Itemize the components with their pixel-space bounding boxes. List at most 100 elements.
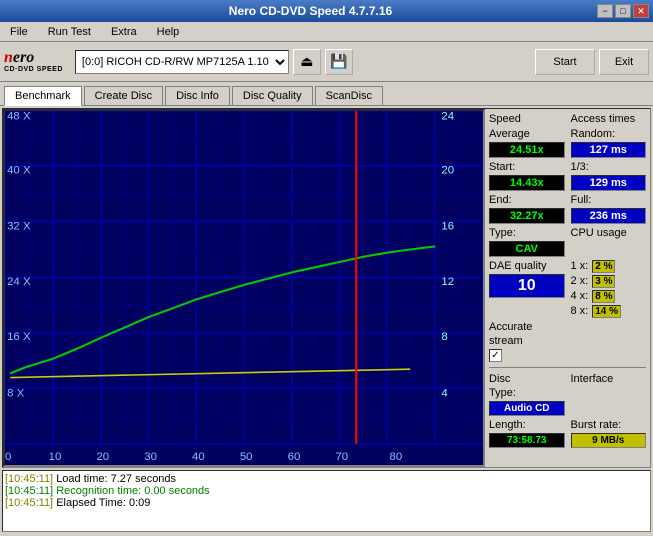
svg-text:16: 16 xyxy=(441,221,454,233)
end-col: End: 32.27x xyxy=(489,194,565,224)
access-col: Access times xyxy=(571,113,647,125)
minimize-button[interactable]: − xyxy=(597,4,613,18)
log-time-1: [10:45:11] xyxy=(5,473,53,485)
logo-nero: nero xyxy=(4,50,63,66)
log-text-3: Elapsed Time: 0:09 xyxy=(56,497,150,509)
dae-value: 10 xyxy=(489,274,565,298)
exit-button[interactable]: Exit xyxy=(599,49,649,75)
svg-text:8: 8 xyxy=(441,331,447,343)
logo-sub: CD·DVD SPEED xyxy=(4,66,63,73)
third-value: 129 ms xyxy=(571,175,647,191)
log-text-1: Load time: 7.27 seconds xyxy=(56,473,176,485)
third-label: 1/3: xyxy=(571,161,647,173)
log-time-2: [10:45:11] xyxy=(5,485,53,497)
random-label: Random: xyxy=(571,128,647,140)
burst-label: Burst rate: xyxy=(571,419,647,431)
end-label: End: xyxy=(489,194,565,206)
menu-extra[interactable]: Extra xyxy=(105,24,143,40)
cpu-col: CPU usage xyxy=(571,227,647,257)
cpu-1x-value: 2 % xyxy=(592,260,615,273)
tab-disc-info[interactable]: Disc Info xyxy=(165,86,230,105)
interface-col: Interface xyxy=(571,373,647,416)
svg-text:20: 20 xyxy=(441,164,454,176)
length-value: 73:58.73 xyxy=(489,433,565,448)
accurate-col: Accurate stream ✓ xyxy=(489,321,646,362)
svg-text:24: 24 xyxy=(441,111,454,122)
cpu-2x-value: 3 % xyxy=(592,275,615,288)
main-content: 48 X 40 X 32 X 24 X 16 X 8 X 24 20 16 12… xyxy=(2,108,651,468)
cpu-label: CPU usage xyxy=(571,227,647,239)
svg-text:20: 20 xyxy=(96,451,109,463)
length-col: Length: 73:58.73 xyxy=(489,419,565,448)
svg-text:8 X: 8 X xyxy=(7,387,25,399)
svg-text:32 X: 32 X xyxy=(7,221,31,233)
log-line-1: [10:45:11] Load time: 7.27 seconds xyxy=(5,473,648,485)
tab-benchmark[interactable]: Benchmark xyxy=(4,86,82,106)
cpu-vals-section: DAE quality 10 1 x: 2 % 2 x: 3 % 4 x: 8 … xyxy=(489,260,646,318)
burst-col: Burst rate: 9 MB/s xyxy=(571,419,647,448)
svg-text:80: 80 xyxy=(389,451,402,463)
avg-col: Average 24.51x xyxy=(489,128,565,158)
right-panel: Speed Access times Average 24.51x Random… xyxy=(485,109,650,467)
end-value: 32.27x xyxy=(489,208,565,224)
cpu-4x-label: 4 x: xyxy=(571,290,589,303)
stream-label: stream xyxy=(489,335,646,347)
disc-label: Disc xyxy=(489,373,565,385)
title-bar: Nero CD-DVD Speed 4.7.7.16 − □ ✕ xyxy=(0,0,653,22)
speed-col: Speed xyxy=(489,113,565,125)
avg-random-section: Average 24.51x Random: 127 ms xyxy=(489,128,646,158)
access-label: Access times xyxy=(571,113,647,125)
maximize-button[interactable]: □ xyxy=(615,4,631,18)
type-label: Type: xyxy=(489,227,565,239)
dae-area: DAE quality 10 xyxy=(489,260,565,318)
cpu-1x-label: 1 x: xyxy=(571,260,589,273)
accurate-checkbox[interactable]: ✓ xyxy=(489,349,502,362)
accurate-section: Accurate stream ✓ xyxy=(489,321,646,362)
close-button[interactable]: ✕ xyxy=(633,4,649,18)
svg-text:4: 4 xyxy=(441,387,448,399)
tab-create-disc[interactable]: Create Disc xyxy=(84,86,163,105)
tab-scan-disc[interactable]: ScanDisc xyxy=(315,86,383,105)
random-value: 127 ms xyxy=(571,142,647,158)
cpu-4x-row: 4 x: 8 % xyxy=(571,290,647,303)
menu-help[interactable]: Help xyxy=(151,24,186,40)
save-button[interactable]: 💾 xyxy=(325,49,353,75)
svg-text:70: 70 xyxy=(335,451,348,463)
cpu-2x-row: 2 x: 3 % xyxy=(571,275,647,288)
tab-bar: Benchmark Create Disc Disc Info Disc Qua… xyxy=(0,82,653,106)
full-value: 236 ms xyxy=(571,208,647,224)
svg-text:40 X: 40 X xyxy=(7,164,31,176)
cpu-4x-value: 8 % xyxy=(592,290,615,303)
disc-col: Disc Type: Audio CD xyxy=(489,373,565,416)
log-time-3: [10:45:11] xyxy=(5,497,53,509)
log-line-2: [10:45:11] Recognition time: 0.00 second… xyxy=(5,485,648,497)
type-col: Type: CAV xyxy=(489,227,565,257)
menu-file[interactable]: File xyxy=(4,24,34,40)
type-value: CAV xyxy=(489,241,565,257)
menu-run-test[interactable]: Run Test xyxy=(42,24,97,40)
menu-bar: File Run Test Extra Help xyxy=(0,22,653,42)
start-button[interactable]: Start xyxy=(535,49,595,75)
eject-button[interactable]: ⏏ xyxy=(293,49,321,75)
disc-type-value: Audio CD xyxy=(489,401,565,416)
random-col: Random: 127 ms xyxy=(571,128,647,158)
svg-text:24 X: 24 X xyxy=(7,276,31,288)
tab-disc-quality[interactable]: Disc Quality xyxy=(232,86,313,105)
log-line-3: [10:45:11] Elapsed Time: 0:09 xyxy=(5,497,648,509)
speed-label: Speed xyxy=(489,113,565,125)
toolbar: nero CD·DVD SPEED [0:0] RICOH CD-R/RW MP… xyxy=(0,42,653,82)
svg-text:40: 40 xyxy=(192,451,205,463)
start-label: Start: xyxy=(489,161,565,173)
svg-text:50: 50 xyxy=(240,451,253,463)
dae-label: DAE quality xyxy=(489,260,565,272)
disc-section: Disc Type: Audio CD Interface xyxy=(489,373,646,416)
divider1 xyxy=(489,367,646,368)
interface-label: Interface xyxy=(571,373,647,385)
cpu-8x-label: 8 x: xyxy=(571,305,589,318)
drive-select[interactable]: [0:0] RICOH CD-R/RW MP7125A 1.10 xyxy=(75,50,289,74)
svg-text:10: 10 xyxy=(49,451,62,463)
average-label: Average xyxy=(489,128,565,140)
accurate-label: Accurate xyxy=(489,321,646,333)
svg-text:0: 0 xyxy=(5,451,11,463)
start-third-section: Start: 14.43x 1/3: 129 ms xyxy=(489,161,646,191)
